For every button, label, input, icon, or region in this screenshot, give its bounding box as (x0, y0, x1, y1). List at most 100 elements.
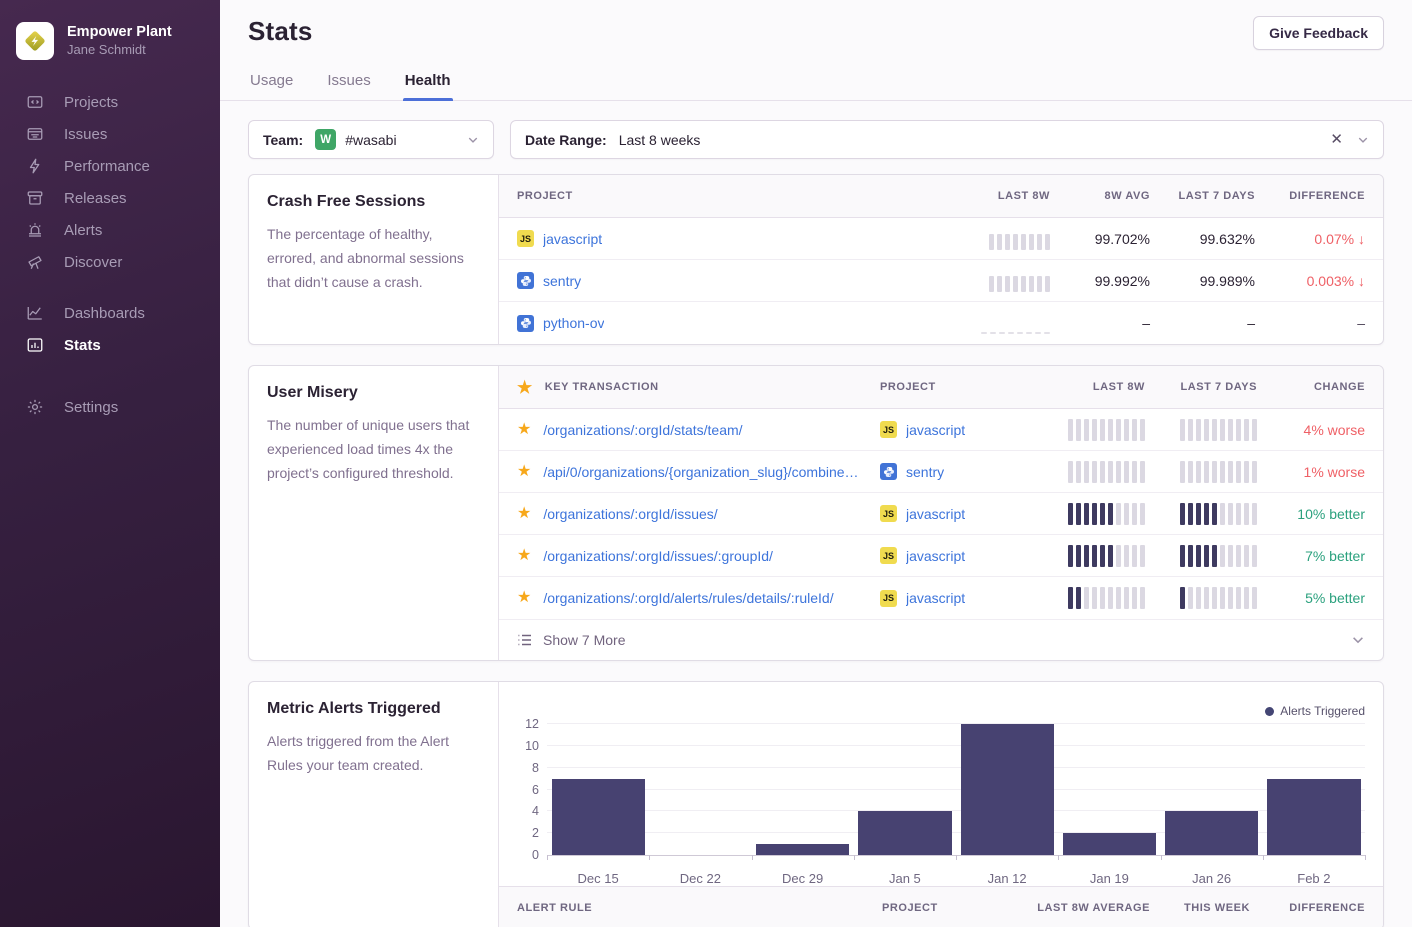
sparkline-bar (1068, 419, 1073, 441)
y-axis-tick-label: 6 (513, 783, 539, 797)
sparkline-bar (1220, 461, 1225, 483)
sparkline-bar (1116, 545, 1121, 567)
metric-alerts-panel: Metric Alerts Triggered Alerts triggered… (248, 681, 1384, 927)
sparkline-bar (1140, 545, 1145, 567)
project-link[interactable]: javascript (543, 231, 602, 247)
column-header: LAST 7 DAYS (1180, 381, 1257, 393)
sidebar-item-stats[interactable]: Stats (0, 329, 220, 361)
tab-health[interactable]: Health (403, 72, 453, 100)
user-name: Jane Schmidt (67, 42, 172, 59)
x-axis-tick (956, 855, 957, 860)
panel-description: Alerts triggered from the Alert Rules yo… (267, 729, 480, 777)
team-select[interactable]: Team: W #wasabi (248, 120, 494, 159)
star-icon[interactable]: ★ (517, 590, 531, 606)
clear-date-icon[interactable]: ✕ (1330, 132, 1343, 147)
transaction-link[interactable]: /api/0/organizations/{organization_slug}… (543, 464, 858, 480)
sidebar-item-label: Settings (64, 399, 118, 416)
sparkline-bar (1140, 419, 1145, 441)
sparkline-bar (1180, 419, 1185, 441)
python-platform-icon (517, 272, 534, 289)
org-switcher[interactable]: Empower Plant Jane Schmidt (0, 22, 220, 86)
panel-description: The percentage of healthy, errored, and … (267, 222, 480, 294)
give-feedback-button[interactable]: Give Feedback (1253, 16, 1384, 50)
project-link[interactable]: sentry (906, 464, 944, 480)
project-link[interactable]: sentry (543, 273, 581, 289)
chart-bar[interactable] (1267, 779, 1360, 855)
sidebar-item-releases[interactable]: Releases (0, 182, 220, 214)
list-icon (517, 632, 533, 648)
sparkline-bar (1037, 276, 1042, 292)
table-row: JSjavascript99.702%99.632%0.07% ↓ (499, 218, 1383, 260)
star-icon[interactable]: ★ (517, 422, 531, 438)
transaction-link[interactable]: /organizations/:orgId/stats/team/ (543, 422, 742, 438)
settings-icon (26, 398, 44, 416)
show-more-button[interactable]: Show 7 More (499, 619, 1383, 660)
project-link[interactable]: javascript (906, 506, 965, 522)
difference-value: 0.07% ↓ (1314, 231, 1365, 247)
project-link[interactable]: javascript (906, 422, 965, 438)
sidebar-item-discover[interactable]: Discover (0, 246, 220, 278)
alert-rule-table-header: ALERT RULE PROJECT LAST 8W AVERAGE THIS … (499, 886, 1383, 927)
x-axis-label: Jan 5 (854, 871, 956, 886)
sparkline-bar (1196, 461, 1201, 483)
column-header: LAST 8W AVERAGE (1037, 902, 1150, 914)
javascript-platform-icon: JS (880, 421, 897, 438)
sparkline-bar (1092, 545, 1097, 567)
sparkline-dash (999, 332, 1005, 334)
change-value: 10% better (1297, 506, 1365, 522)
transaction-link[interactable]: /organizations/:orgId/alerts/rules/detai… (543, 590, 833, 606)
sparkline-bar (1021, 276, 1026, 292)
sparkline-bar (1100, 419, 1105, 441)
sidebar-item-alerts[interactable]: Alerts (0, 214, 220, 246)
tab-issues[interactable]: Issues (325, 72, 372, 100)
column-header: LAST 8W (1093, 381, 1145, 393)
sparkline-chart (1180, 461, 1257, 483)
javascript-platform-icon: JS (880, 547, 897, 564)
sidebar-item-issues[interactable]: Issues (0, 118, 220, 150)
sidebar-item-projects[interactable]: Projects (0, 86, 220, 118)
star-icon[interactable]: ★ (517, 506, 531, 522)
sparkline-bar (1100, 503, 1105, 525)
sparkline-bar (1204, 503, 1209, 525)
column-header: DIFFERENCE (1289, 190, 1365, 202)
sidebar-item-performance[interactable]: Performance (0, 150, 220, 182)
sparkline-chart (1180, 419, 1257, 441)
project-link[interactable]: javascript (906, 590, 965, 606)
javascript-platform-icon: JS (880, 590, 897, 607)
transaction-link[interactable]: /organizations/:orgId/issues/:groupId/ (543, 548, 773, 564)
column-header: 8W AVG (1105, 190, 1150, 202)
chart-bar[interactable] (756, 844, 849, 855)
chart-bar[interactable] (858, 811, 951, 855)
sparkline-bar (1132, 503, 1137, 525)
sidebar-item-settings[interactable]: Settings (0, 391, 220, 423)
chart-bar[interactable] (1165, 811, 1258, 855)
sparkline-bar (1124, 461, 1129, 483)
star-icon[interactable]: ★ (517, 464, 531, 480)
sparkline-bar (1100, 545, 1105, 567)
star-icon[interactable]: ★ (517, 548, 531, 564)
sparkline-bar (1196, 503, 1201, 525)
column-header: PROJECT (882, 902, 990, 914)
transaction-link[interactable]: /organizations/:orgId/issues/ (543, 506, 717, 522)
chart-bar[interactable] (1063, 833, 1156, 855)
project-link[interactable]: javascript (906, 548, 965, 564)
panel-title: Crash Free Sessions (267, 193, 480, 211)
date-range-select[interactable]: Date Range: Last 8 weeks ✕ (510, 120, 1384, 159)
x-axis-label: Jan 26 (1161, 871, 1263, 886)
chart-bar[interactable] (552, 779, 645, 855)
sidebar-item-dashboards[interactable]: Dashboards (0, 297, 220, 329)
sidebar: Empower Plant Jane Schmidt Projects Issu… (0, 0, 220, 927)
javascript-platform-icon: JS (517, 230, 534, 247)
project-link[interactable]: python-ov (543, 315, 604, 331)
table-row: python-ov––– (499, 302, 1383, 344)
user-misery-panel: User Misery The number of unique users t… (248, 365, 1384, 661)
crash-table-header: PROJECT LAST 8W 8W AVG LAST 7 DAYS DIFFE… (499, 175, 1383, 218)
sparkline-bar (989, 276, 994, 292)
tab-usage[interactable]: Usage (248, 72, 295, 100)
x-axis-tick (649, 855, 650, 860)
y-axis-tick-label: 0 (513, 848, 539, 862)
chart-bar[interactable] (961, 724, 1054, 855)
last7-value: 99.632% (1200, 231, 1255, 247)
sparkline-bar (1188, 587, 1193, 609)
sparkline-bar (997, 276, 1002, 292)
